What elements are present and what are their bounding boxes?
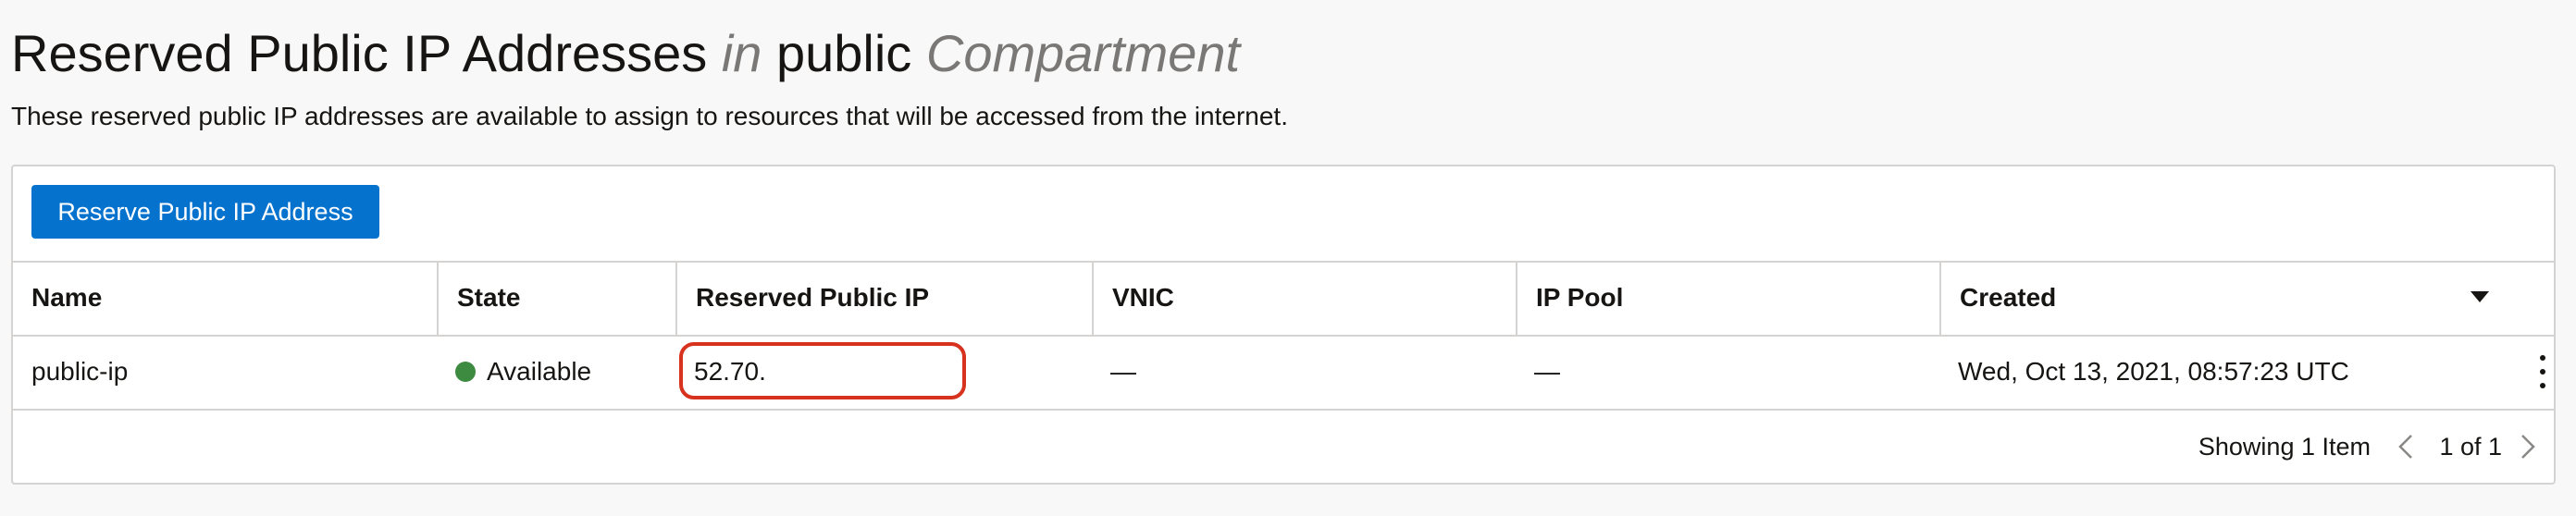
ip-pool-empty-value: — [1534, 357, 1560, 386]
compartment-name: public [775, 24, 912, 82]
table-row: public-ip Available 52.70. — — Wed, Oct … [13, 335, 2554, 411]
page-description: These reserved public IP addresses are a… [11, 102, 1288, 130]
cell-reserved-ip: 52.70. [675, 335, 1092, 409]
created-value: Wed, Oct 13, 2021, 08:57:23 UTC [1958, 357, 2349, 386]
kebab-dot [2540, 383, 2545, 388]
chevron-right-svg [2521, 435, 2535, 459]
reserve-public-ip-button[interactable]: Reserve Public IP Address [31, 185, 379, 239]
column-header-state[interactable]: State [437, 261, 675, 335]
kebab-dot [2540, 355, 2545, 361]
table-footer: Showing 1 Item 1 of 1 [13, 409, 2554, 483]
kebab-dot [2540, 369, 2545, 375]
table-header: Name State Reserved Public IP VNIC IP Po… [13, 261, 2554, 337]
chevron-left-svg [2398, 435, 2412, 459]
page-title-main: Reserved Public IP Addresses [11, 24, 708, 82]
kebab-menu-icon[interactable] [2537, 355, 2548, 388]
chevron-right-icon[interactable] [2513, 433, 2541, 461]
column-header-created[interactable]: Created [1939, 261, 2554, 335]
reserved-ip-table-panel: Reserve Public IP Address Name State Res… [11, 165, 2556, 485]
compartment-label: Compartment [925, 24, 1241, 82]
page-title-in: in [721, 24, 762, 82]
cell-created: Wed, Oct 13, 2021, 08:57:23 UTC [1939, 335, 2554, 409]
column-header-reserved-ip[interactable]: Reserved Public IP [675, 261, 1092, 335]
cell-vnic: — [1092, 335, 1516, 409]
cell-ip-pool: — [1516, 335, 1939, 409]
column-header-vnic[interactable]: VNIC [1092, 261, 1516, 335]
column-header-created-label: Created [1960, 283, 2057, 312]
status-dot-icon [455, 362, 476, 382]
cell-state: Available [437, 335, 675, 409]
cell-name: public-ip [13, 335, 437, 409]
page-indicator: 1 of 1 [2439, 433, 2502, 461]
table-toolbar: Reserve Public IP Address [13, 166, 2554, 263]
status-label: Available [487, 357, 592, 386]
item-count: Showing 1 Item [2198, 433, 2371, 461]
row-name-link[interactable]: public-ip [31, 357, 128, 387]
column-header-name[interactable]: Name [13, 261, 437, 335]
chevron-left-icon[interactable] [2393, 433, 2421, 461]
vnic-empty-value: — [1110, 357, 1136, 386]
caret-down-icon[interactable] [2471, 291, 2489, 302]
page-title: Reserved Public IP Addresses in public C… [11, 20, 1240, 87]
column-header-ip-pool[interactable]: IP Pool [1516, 261, 1939, 335]
highlight-annotation [679, 342, 966, 399]
